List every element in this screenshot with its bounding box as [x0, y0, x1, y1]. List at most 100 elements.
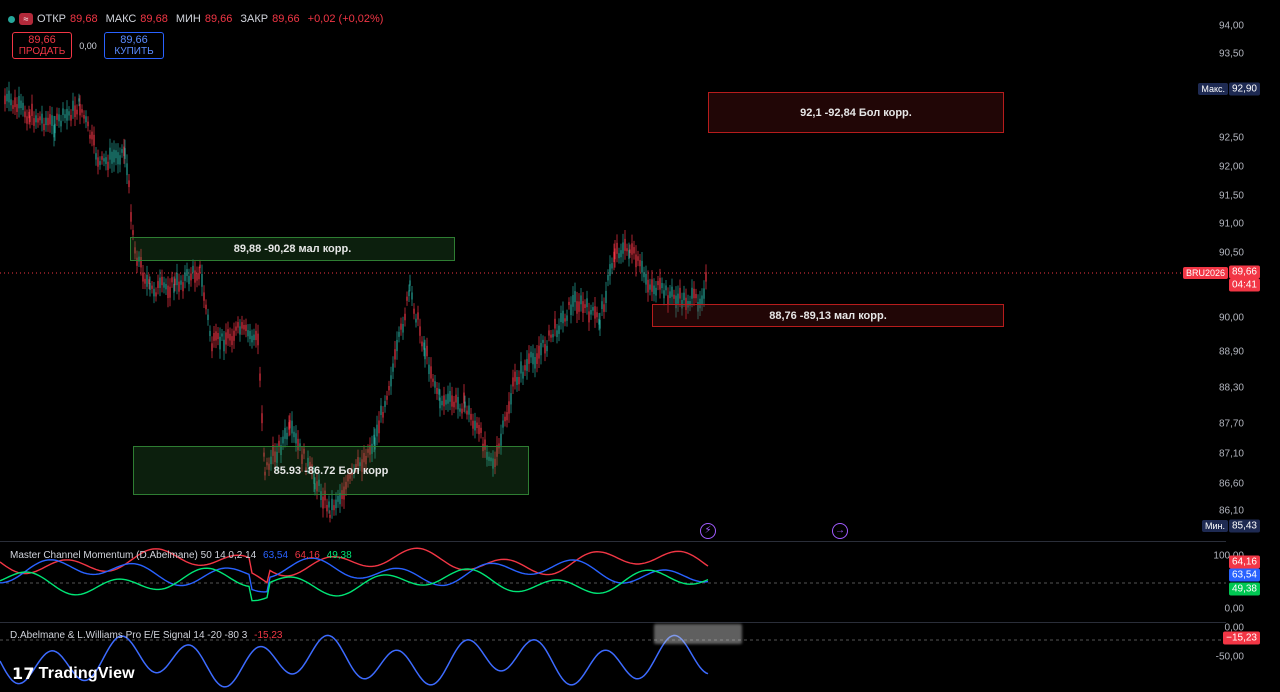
candle-body [540, 342, 542, 356]
sell-button[interactable]: 89,66 ПРОДАТЬ [12, 32, 72, 59]
candle-body [502, 420, 504, 428]
candle-body [165, 284, 167, 290]
tradingview-logo[interactable]: 𝟭𝟳 TradingView [12, 664, 135, 684]
candle-body [91, 131, 93, 140]
candle-body [524, 365, 526, 371]
arrow-right-icon[interactable]: → [832, 523, 848, 539]
chart-window[interactable]: ≈ ОТКР 89,68 МАКС 89,68 МИН 89,66 ЗАКР 89,66… [0, 0, 1280, 692]
candle-body [661, 282, 663, 289]
candle-body [74, 105, 76, 118]
candle-body [703, 288, 705, 299]
candle-body [641, 260, 643, 273]
candle-body [41, 113, 43, 124]
price-axis-tick: 90,50 [1218, 247, 1244, 259]
candle-body [26, 116, 28, 124]
candle-body [500, 433, 502, 446]
candle-body [530, 351, 532, 358]
candle-body [419, 326, 421, 336]
candle-body [570, 304, 572, 316]
candle-body [186, 269, 188, 276]
candle-body [199, 264, 201, 269]
zone-label: 92,1 -92,84 Бол корр. [800, 106, 912, 119]
symbol-badge-icon[interactable]: ≈ [19, 13, 33, 25]
candle-body [594, 306, 596, 319]
candle-body [291, 420, 293, 434]
candle-body [386, 395, 388, 400]
buy-button[interactable]: 89,66 КУПИТЬ [104, 32, 164, 59]
zone-label: 88,76 -89,13 мал корр. [769, 309, 887, 322]
candle-body [605, 290, 607, 304]
zone-small-correction-upper[interactable]: 89,88 -90,28 мал корр. [130, 237, 455, 261]
candle-body [171, 277, 173, 283]
candle-body [532, 353, 534, 365]
candle-body [568, 301, 570, 306]
candle-body [209, 330, 211, 337]
logo-text: TradingView [38, 665, 135, 682]
candle-body [453, 401, 455, 408]
close-value: 89,66 [272, 13, 300, 25]
zone-label: 85.93 -86.72 Бол корр [273, 464, 389, 477]
candle-body [480, 427, 482, 433]
candle-body [468, 405, 470, 415]
candle-body [701, 295, 703, 304]
momentum-tag-red: 64,16 [1228, 555, 1260, 569]
williams-axis-mid: -50,00 [1215, 651, 1244, 663]
candle-body [382, 411, 384, 418]
candle-body [163, 282, 165, 288]
chart-logo-icon: 𝟭𝟳 [12, 666, 35, 683]
candle-body [95, 153, 97, 160]
candle-body [639, 260, 641, 267]
candle-body [624, 238, 626, 251]
candle-body [459, 408, 461, 412]
candle-body [18, 95, 20, 109]
candle-body [390, 375, 392, 387]
candle-body [54, 123, 56, 134]
close-label: ЗАКР [240, 13, 269, 25]
candle-body [380, 405, 382, 416]
zone-big-correction-top[interactable]: 92,1 -92,84 Бол корр. [708, 92, 1004, 133]
candle-body [184, 272, 186, 281]
candle-body [282, 436, 284, 444]
momentum-v1: 63,54 [263, 550, 289, 561]
candle-body [677, 293, 679, 304]
countdown-tag: 04:41 [1228, 278, 1260, 292]
candle-body [510, 393, 512, 405]
candle-body [622, 242, 624, 254]
candle-body [51, 115, 53, 126]
candle-body [504, 416, 506, 422]
candle-body [243, 325, 245, 330]
candle-body [421, 341, 423, 347]
candle-body [601, 301, 603, 310]
momentum-v3: 49,38 [326, 550, 352, 561]
candle-body [651, 279, 653, 292]
candle-body [132, 230, 134, 235]
lightning-icon[interactable]: ⚡ [700, 523, 716, 539]
candle-body [520, 361, 522, 374]
candle-body [430, 366, 432, 379]
candle-body [432, 378, 434, 382]
candle-body [215, 331, 217, 341]
candle-body [449, 390, 451, 402]
candle-body [424, 348, 426, 360]
candle-body [635, 254, 637, 268]
candle-body [121, 149, 123, 153]
momentum-title: Master Channel Momentum (D.Abelmane) 50 … [10, 550, 257, 561]
candle-body [219, 336, 221, 350]
candle-body [105, 157, 107, 164]
price-axis-tick: 88,30 [1218, 382, 1244, 394]
candle-body [103, 158, 105, 162]
candle-body [464, 401, 466, 408]
candle-body [14, 97, 16, 108]
candle-body [12, 105, 14, 109]
candle-body [174, 278, 176, 286]
candle-body [329, 514, 331, 518]
candle-body [645, 273, 647, 285]
zone-small-correction-lower[interactable]: 88,76 -89,13 мал корр. [652, 304, 1004, 327]
zone-big-correction-bottom[interactable]: 85.93 -86.72 Бол корр [133, 446, 529, 495]
candle-body [151, 285, 153, 289]
candle-body [669, 291, 671, 299]
candle-body [546, 345, 548, 352]
candle-body [78, 98, 80, 102]
min-tag-value: 85,43 [1228, 519, 1260, 533]
candle-body [616, 242, 618, 254]
